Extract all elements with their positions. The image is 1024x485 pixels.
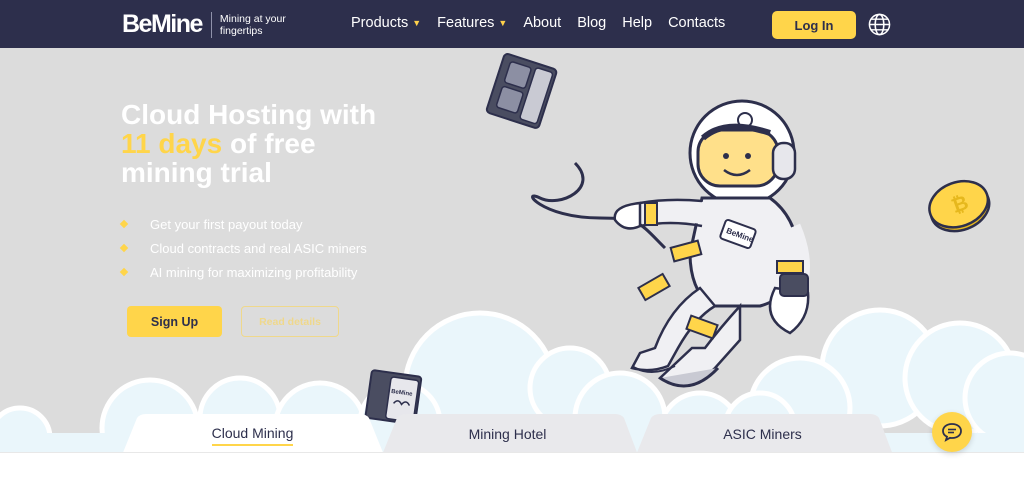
signup-button[interactable]: Sign Up	[127, 306, 222, 337]
bullet-icon	[119, 219, 129, 229]
hero-section: BeMine ₿ BeMine Cloud Hosting with 11 da…	[0, 48, 1024, 453]
nav-item-label: Help	[622, 15, 653, 31]
nav-item-about[interactable]: About	[523, 15, 561, 31]
read-details-button[interactable]: Read details	[241, 306, 339, 337]
nav-item-blog[interactable]: Blog	[577, 15, 606, 31]
tab-mining-hotel[interactable]: Mining Hotel	[390, 418, 625, 453]
feature-text: Get your first payout today	[150, 216, 303, 232]
hero-title-line3: mining trial	[121, 157, 272, 188]
brand-divider	[210, 11, 212, 38]
nav-item-contacts[interactable]: Contacts	[668, 15, 725, 31]
tab-cloud-mining[interactable]: Cloud Mining	[130, 418, 375, 453]
nav-item-products[interactable]: Products ▼	[351, 15, 421, 31]
content-area	[0, 452, 1024, 485]
feature-item: Cloud contracts and real ASIC miners	[119, 236, 367, 260]
nav-item-features[interactable]: Features ▼	[437, 15, 507, 31]
tab-label: Cloud Mining	[211, 425, 294, 446]
feature-list: Get your first payout today Cloud contra…	[119, 212, 367, 284]
chat-bubble-icon	[942, 423, 962, 442]
nav-item-label: Blog	[577, 15, 607, 31]
tab-label: ASIC Miners	[723, 426, 802, 442]
bullet-icon	[119, 243, 129, 253]
brand-tagline: Mining at your fingertips	[219, 12, 286, 37]
nav-item-label: Features	[437, 15, 495, 31]
brand-logo[interactable]: BeMine	[122, 10, 203, 39]
bitcoin-coin-art: ₿	[928, 179, 991, 233]
chevron-down-icon: ▼	[498, 18, 508, 28]
nav-item-label: About	[523, 15, 562, 31]
chevron-down-icon: ▼	[412, 18, 422, 28]
nav-item-label: Contacts	[668, 15, 726, 31]
feature-text: Cloud contracts and real ASIC miners	[150, 240, 367, 256]
globe-icon[interactable]	[868, 13, 891, 36]
feature-item: AI mining for maximizing profitability	[119, 260, 367, 284]
brand[interactable]: BeMine Mining at your fingertips	[122, 10, 300, 39]
chat-button[interactable]	[932, 412, 972, 452]
tab-asic-miners[interactable]: ASIC Miners	[645, 418, 880, 453]
hero-title-accent: 11 days	[121, 128, 223, 159]
miner-device-art	[485, 53, 558, 129]
nav-item-label: Products	[351, 15, 409, 31]
top-navbar: BeMine Mining at your fingertips Product…	[0, 0, 1024, 48]
feature-text: AI mining for maximizing profitability	[150, 264, 358, 280]
bullet-icon	[119, 267, 129, 277]
hero-title: Cloud Hosting with 11 days of free minin…	[121, 100, 421, 187]
feature-item: Get your first payout today	[119, 212, 367, 236]
hero-title-line1: Cloud Hosting with	[121, 99, 377, 130]
astronaut-art: BeMine	[613, 99, 810, 388]
hero-title-line2: of free	[222, 128, 316, 159]
login-button[interactable]: Log In	[772, 11, 856, 39]
nav-item-help[interactable]: Help	[622, 15, 652, 31]
main-nav: Products ▼ Features ▼ About Blog Help Co…	[351, 15, 741, 31]
tab-label: Mining Hotel	[468, 426, 547, 442]
